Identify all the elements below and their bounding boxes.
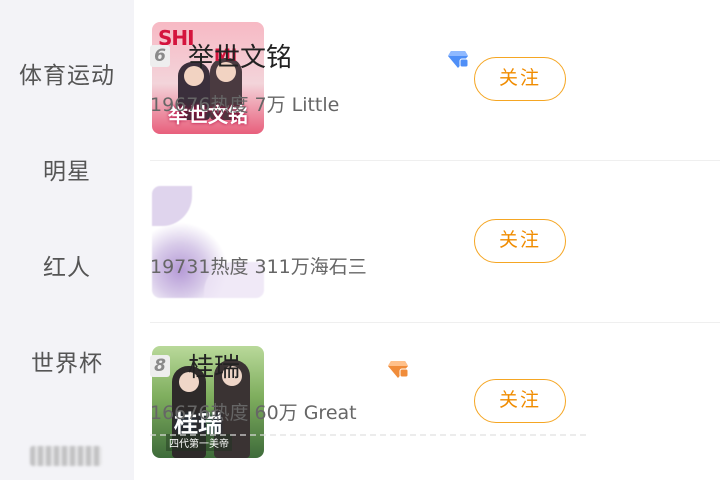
diamond-badge-icon (448, 51, 469, 68)
blur-patch (152, 186, 192, 226)
ranking-list-item[interactable] (134, 162, 720, 324)
sidebar-item-influencers[interactable]: 红人 (0, 248, 134, 282)
diamond-badge-icon (388, 361, 409, 378)
category-sidebar: 体育运动 明星 红人 世界杯 (0, 0, 134, 480)
sidebar-item-stars[interactable]: 明星 (0, 152, 134, 186)
sidebar-item-obscured[interactable] (30, 446, 102, 466)
rank-badge: 8 (150, 355, 170, 377)
faint-text-line (150, 434, 590, 436)
avatar-image[interactable]: SHI MI 举世文铭 (152, 22, 264, 134)
sidebar-item-world-cup[interactable]: 世界杯 (0, 344, 134, 378)
item-stats: 19676热度 7万 Little (150, 94, 340, 116)
item-name[interactable]: 桂瑞 (188, 353, 240, 383)
item-stats: 16676热度 60万 Great (150, 402, 357, 424)
follow-button[interactable]: 关注 (474, 219, 566, 263)
sidebar-item-sports[interactable]: 体育运动 (0, 56, 134, 90)
divider (150, 322, 720, 323)
ranking-list-item[interactable]: SHI MI 举世文铭 (134, 0, 720, 162)
item-stats: 19731热度 311万海石三 (150, 256, 367, 278)
item-name[interactable]: 举世文铭 (188, 43, 292, 73)
rank-badge: 6 (150, 45, 170, 67)
divider (150, 160, 720, 161)
follow-button[interactable]: 关注 (474, 379, 566, 423)
thumb-subtitle: 四代第一美帝 (166, 434, 232, 451)
follow-button[interactable]: 关注 (474, 57, 566, 101)
avatar-image[interactable] (152, 186, 264, 298)
